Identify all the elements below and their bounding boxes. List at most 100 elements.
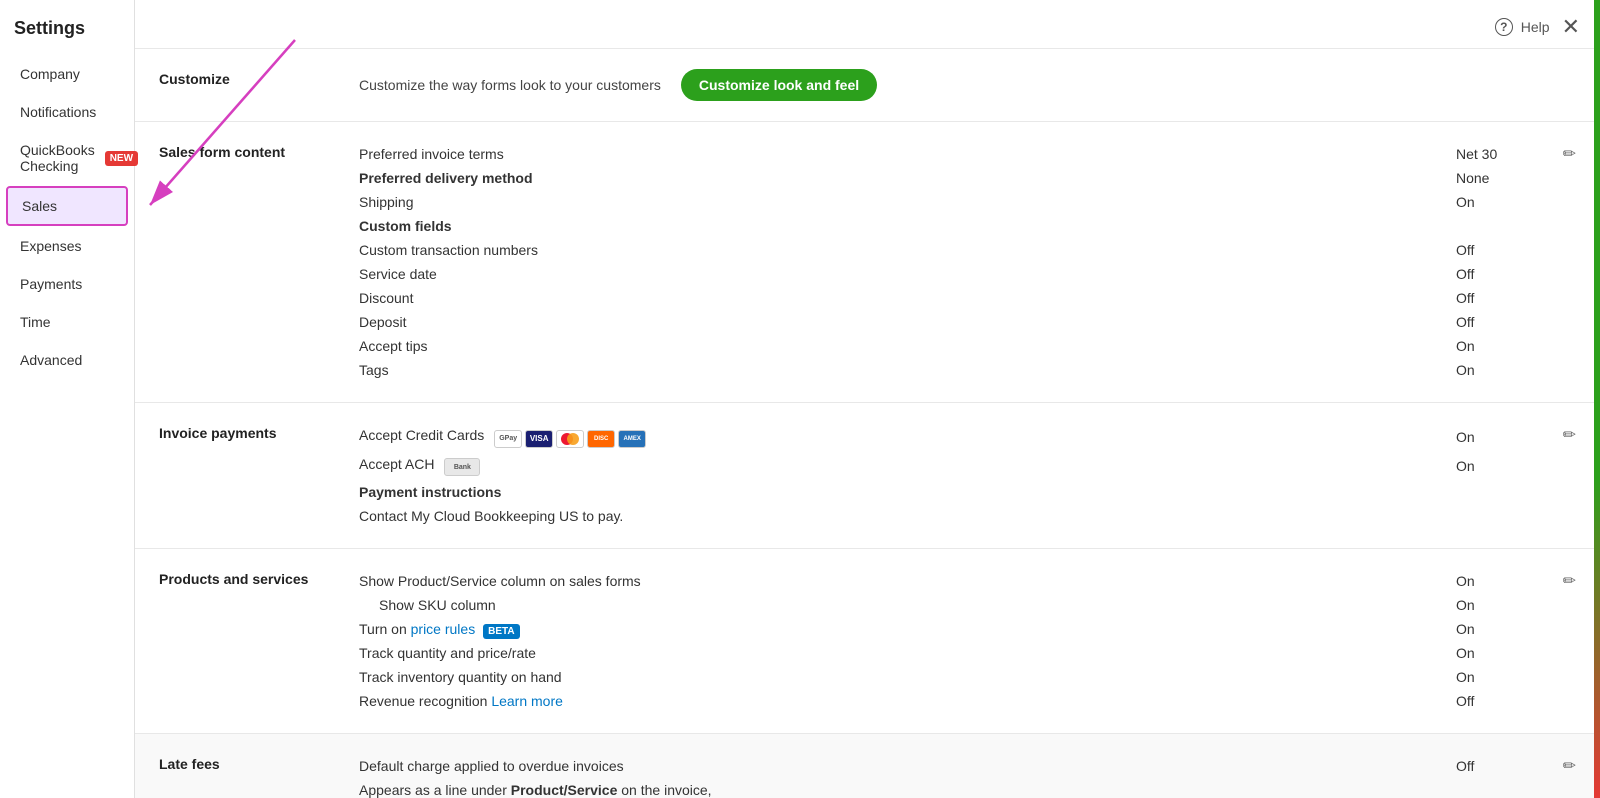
section-products-services: Products and services Show Product/Servi… [135,549,1600,734]
row-value: On [1456,338,1536,354]
row-label: Default charge applied to overdue invoic… [359,758,1456,774]
amex-icon: AMEX [618,430,646,448]
payment-icons: GPay VISA DISC AMEX [494,430,646,448]
sidebar: Settings Company Notifications QuickBook… [0,0,135,798]
row-payment-instructions-text: Contact My Cloud Bookkeeping US to pay. [359,504,1536,528]
row-value: On [1456,194,1536,210]
row-value: Net 30 [1456,146,1536,162]
edit-icon[interactable]: ✏ [1563,756,1576,776]
section-invoice-payments: Invoice payments Accept Credit Cards GPa… [135,403,1600,549]
late-fees-label: Late fees [159,754,359,798]
row-label: Preferred invoice terms [359,146,1456,162]
edit-icon[interactable]: ✏ [1563,571,1576,591]
row-default-charge: Default charge applied to overdue invoic… [359,754,1536,778]
visa-icon: VISA [525,430,553,448]
sidebar-item-quickbooks-checking[interactable]: QuickBooks Checking NEW [6,132,128,184]
sidebar-item-label: Expenses [20,238,81,254]
customize-edit [1536,69,1576,101]
row-value: On [1456,458,1536,474]
customize-label: Customize [159,69,359,101]
sidebar-item-payments[interactable]: Payments [6,266,128,302]
row-label: Accept tips [359,338,1456,354]
mastercard-icon [556,430,584,448]
sidebar-item-sales[interactable]: Sales [6,186,128,226]
row-delivery-method: Preferred delivery method None [359,166,1536,190]
row-track-quantity: Track quantity and price/rate On [359,641,1536,665]
sidebar-item-label: Notifications [20,104,96,120]
row-value: On [1456,645,1536,661]
customize-look-feel-button[interactable]: Customize look and feel [681,69,877,101]
row-label: Show SKU column [359,597,1456,613]
row-payment-instructions-header: Payment instructions [359,480,1536,504]
edit-icon[interactable]: ✏ [1563,425,1576,445]
row-invoice-terms: Preferred invoice terms Net 30 [359,142,1536,166]
sidebar-item-company[interactable]: Company [6,56,128,92]
edit-icon[interactable]: ✏ [1563,144,1576,164]
help-button[interactable]: ? Help [1495,18,1550,36]
gpay-icon: GPay [494,430,522,448]
row-service-date: Service date Off [359,262,1536,286]
sidebar-item-expenses[interactable]: Expenses [6,228,128,264]
late-fees-edit[interactable]: ✏ [1536,754,1576,798]
discover-icon: DISC [587,430,615,448]
new-badge: NEW [105,151,138,166]
sales-form-content-edit[interactable]: ✏ [1536,142,1576,382]
row-label: Discount [359,290,1456,306]
row-value: None [1456,170,1536,186]
learn-more-link[interactable]: Learn more [491,693,563,709]
row-value: On [1456,621,1536,637]
row-label: Tags [359,362,1456,378]
sidebar-item-label: Sales [22,198,57,214]
sidebar-item-advanced[interactable]: Advanced [6,342,128,378]
row-label: Accept ACH Bank [359,456,1456,477]
invoice-payments-edit[interactable]: ✏ [1536,423,1576,528]
row-value: On [1456,597,1536,613]
row-label: Contact My Cloud Bookkeeping US to pay. [359,508,1536,524]
row-label: Revenue recognition Learn more [359,693,1456,709]
row-show-product-column: Show Product/Service column on sales for… [359,569,1536,593]
row-label: Appears as a line under Product/Service … [359,782,1536,798]
row-label: Payment instructions [359,484,1536,500]
row-shipping: Shipping On [359,190,1536,214]
row-label: Custom transaction numbers [359,242,1456,258]
section-customize: Customize Customize the way forms look t… [135,49,1600,122]
row-label: Deposit [359,314,1456,330]
price-rules-link[interactable]: price rules [411,621,476,637]
products-services-edit[interactable]: ✏ [1536,569,1576,713]
row-revenue-recognition: Revenue recognition Learn more Off [359,689,1536,713]
row-value: Off [1456,266,1536,282]
help-icon: ? [1495,18,1513,36]
close-button[interactable]: ✕ [1562,14,1580,40]
sidebar-item-label: Advanced [20,352,82,368]
sidebar-item-label: QuickBooks Checking [20,142,95,174]
sidebar-item-notifications[interactable]: Notifications [6,94,128,130]
late-fees-content: Default charge applied to overdue invoic… [359,754,1536,798]
row-value: Off [1456,242,1536,258]
sidebar-item-time[interactable]: Time [6,304,128,340]
row-discount: Discount Off [359,286,1536,310]
row-custom-transaction: Custom transaction numbers Off [359,238,1536,262]
row-label: Custom fields [359,218,1536,234]
row-value: Off [1456,314,1536,330]
row-value: Off [1456,758,1536,774]
help-label: Help [1521,19,1550,35]
products-services-content: Show Product/Service column on sales for… [359,569,1536,713]
row-accept-credit-cards: Accept Credit Cards GPay VISA DISC AMEX … [359,423,1536,452]
row-custom-fields-header: Custom fields [359,214,1536,238]
invoice-payments-label: Invoice payments [159,423,359,528]
sales-form-content-label: Sales form content [159,142,359,382]
row-label: Turn on price rules BETA [359,621,1456,637]
sidebar-item-label: Time [20,314,51,330]
row-value: On [1456,573,1536,589]
row-accept-ach: Accept ACH Bank On [359,452,1536,481]
row-show-sku: Show SKU column On [359,593,1536,617]
row-label: Track inventory quantity on hand [359,669,1456,685]
row-value: On [1456,362,1536,378]
section-late-fees: Late fees Default charge applied to over… [135,734,1600,798]
row-price-rules: Turn on price rules BETA On [359,617,1536,641]
customize-content: Customize the way forms look to your cus… [359,69,1536,101]
row-deposit: Deposit Off [359,310,1536,334]
row-label: Preferred delivery method [359,170,1456,186]
row-label: Accept Credit Cards GPay VISA DISC AMEX [359,427,1456,448]
row-accept-tips: Accept tips On [359,334,1536,358]
